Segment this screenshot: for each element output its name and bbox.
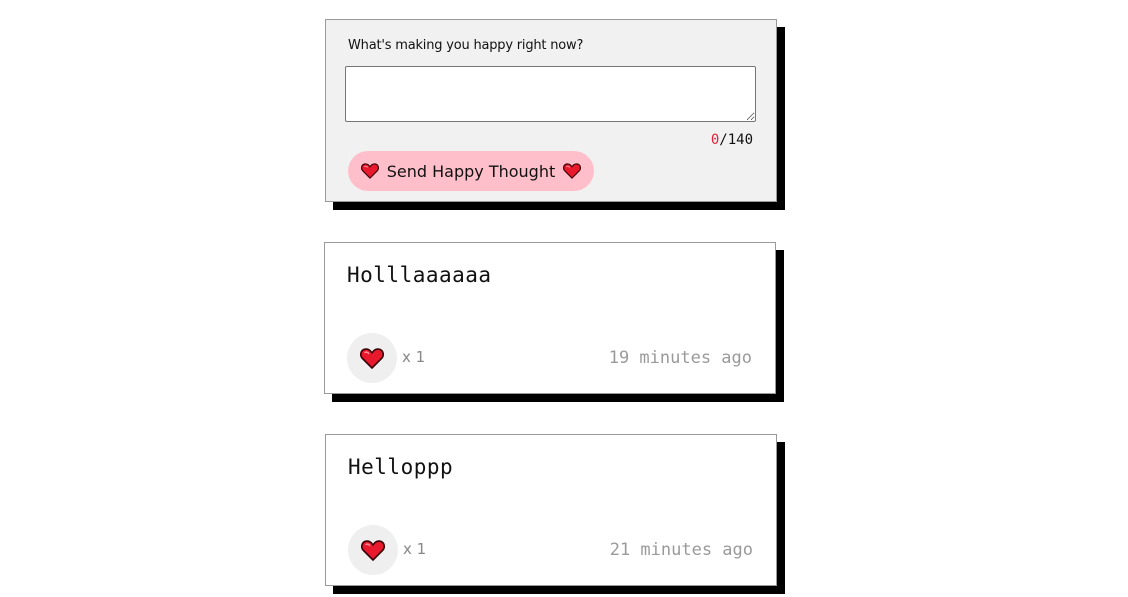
heart-icon (563, 163, 582, 179)
thought-message: Helloppp (348, 455, 454, 479)
heart-icon (360, 347, 384, 369)
form-prompt: What's making you happy right now? (348, 38, 584, 53)
thought-card: Helloppp x 1 21 minutes ago (325, 434, 777, 586)
character-counter: 0/140 (711, 132, 753, 148)
timestamp: 19 minutes ago (608, 348, 752, 368)
thought-card: Holllaaaaaa x 1 19 minutes ago (324, 242, 776, 394)
like-count: x 1 (402, 348, 426, 366)
counter-max: /140 (719, 132, 753, 148)
thought-message: Holllaaaaaa (347, 263, 492, 287)
like-count: x 1 (403, 540, 427, 558)
like-button[interactable] (348, 525, 398, 575)
timestamp: 21 minutes ago (609, 540, 753, 560)
heart-icon (360, 163, 379, 179)
heart-icon (361, 539, 385, 561)
like-button[interactable] (347, 333, 397, 383)
thought-form: What's making you happy right now? 0/140… (325, 19, 777, 202)
send-happy-thought-button[interactable]: Send Happy Thought (348, 151, 594, 191)
send-button-label: Send Happy Thought (386, 161, 556, 181)
thought-input[interactable] (345, 66, 756, 122)
